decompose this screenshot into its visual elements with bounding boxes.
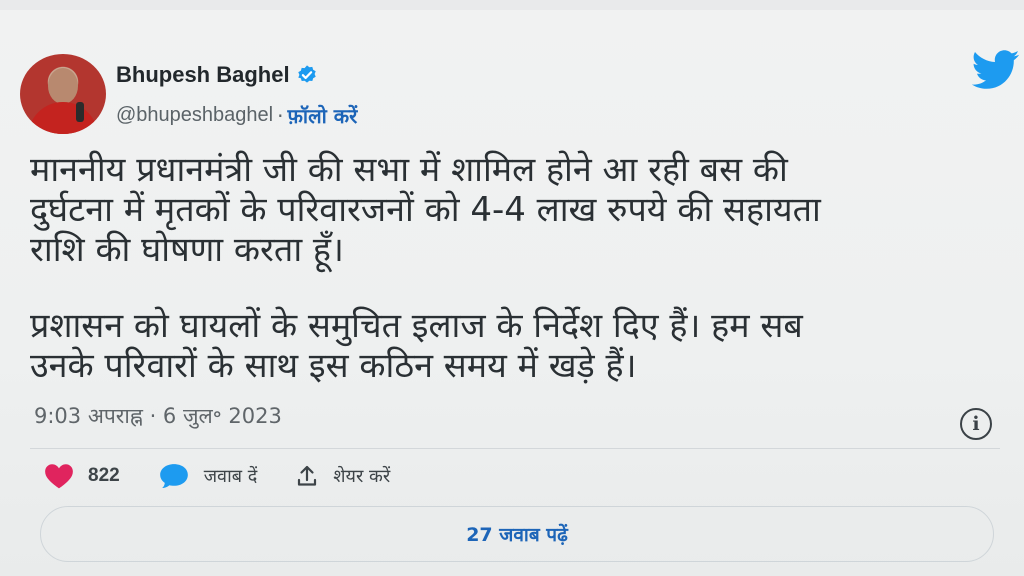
- like-count: 822: [88, 465, 120, 486]
- avatar-face: [48, 68, 78, 104]
- tweet-paragraph-1: माननीय प्रधानमंत्री जी की सभा में शामिल …: [30, 150, 821, 270]
- read-replies-button[interactable]: 27 जवाब पढ़ें: [40, 506, 994, 562]
- reply-button[interactable]: जवाब दें: [158, 463, 258, 489]
- avatar-shirt: [28, 102, 98, 134]
- speech-bubble-icon: [159, 464, 188, 489]
- tweet-text: माननीय प्रधानमंत्री जी की सभा में शामिल …: [30, 150, 990, 386]
- reply-label: जवाब दें: [203, 466, 258, 487]
- info-icon[interactable]: i: [960, 408, 992, 440]
- share-button[interactable]: शेयर करें: [295, 464, 390, 488]
- heart-icon: [45, 464, 73, 489]
- follow-button[interactable]: फ़ॉलो करें: [287, 102, 357, 129]
- author-handle-row: @bhupeshbaghel · फ़ॉलो करें: [116, 102, 357, 129]
- share-upload-icon: [298, 465, 317, 486]
- author-name[interactable]: Bhupesh Baghel: [116, 62, 290, 88]
- tweet-card: Bhupesh Baghel @bhupeshbaghel · फ़ॉलो कर…: [0, 10, 1024, 576]
- avatar-mic: [76, 102, 84, 122]
- divider: [30, 448, 1000, 449]
- share-label: शेयर करें: [333, 466, 391, 487]
- author-handle[interactable]: @bhupeshbaghel: [116, 104, 273, 127]
- author-name-row: Bhupesh Baghel: [116, 62, 318, 88]
- verified-badge-icon: [297, 65, 316, 83]
- like-button[interactable]: 822: [44, 463, 120, 489]
- handle-separator: ·: [277, 103, 284, 128]
- avatar[interactable]: [20, 54, 106, 134]
- tweet-paragraph-2: प्रशासन को घायलों के समुचित इलाज के निर्…: [30, 306, 803, 386]
- tweet-timestamp[interactable]: 9:03 अपराह्न · 6 जुल॰ 2023: [34, 402, 282, 430]
- twitter-bird-icon[interactable]: [972, 50, 1020, 90]
- tweet-actions: 822 जवाब दें शेयर करें: [44, 458, 428, 494]
